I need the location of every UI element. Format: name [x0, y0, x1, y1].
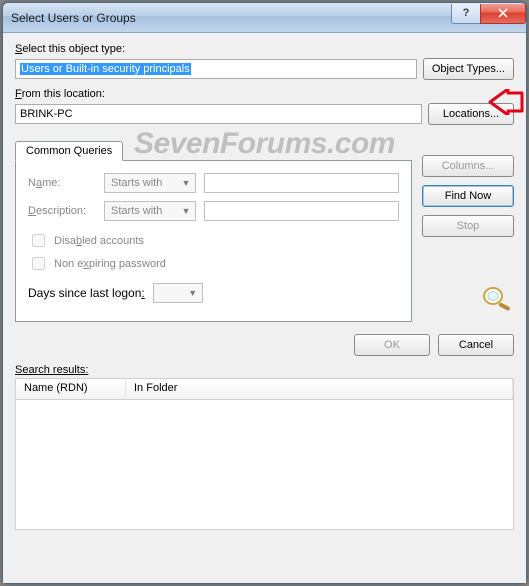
location-input[interactable]: BRINK-PC: [15, 104, 422, 124]
titlebar[interactable]: Select Users or Groups ?: [3, 3, 526, 33]
results-list[interactable]: [15, 400, 514, 530]
window-title: Select Users or Groups: [11, 11, 452, 25]
results-col-name[interactable]: Name (RDN): [16, 379, 126, 399]
object-type-input[interactable]: Users or Built-in security principals: [15, 59, 417, 79]
object-types-button[interactable]: Object Types...: [423, 58, 514, 80]
results-header[interactable]: Name (RDN) In Folder: [15, 378, 514, 400]
description-match-value: Starts with: [111, 205, 162, 217]
help-button[interactable]: ?: [451, 4, 481, 24]
non-expiring-checkbox[interactable]: Non expiring password: [28, 254, 399, 273]
name-match-value: Starts with: [111, 177, 162, 189]
days-since-logon-label: Days since last logon:: [28, 286, 145, 300]
name-label: Name:: [28, 177, 96, 189]
tab-common-queries[interactable]: Common Queries: [15, 141, 123, 161]
stop-button[interactable]: Stop: [422, 215, 514, 237]
days-since-logon-combo[interactable]: ▼: [153, 283, 203, 303]
disabled-accounts-input[interactable]: [32, 234, 45, 247]
chevron-down-icon: ▼: [179, 178, 193, 188]
chevron-down-icon: ▼: [186, 288, 200, 298]
description-match-combo[interactable]: Starts with ▼: [104, 201, 196, 221]
search-results-label: Search results:: [15, 364, 514, 376]
columns-button[interactable]: Columns...: [422, 155, 514, 177]
close-button[interactable]: [480, 4, 526, 24]
results-col-folder[interactable]: In Folder: [126, 379, 513, 399]
object-type-label: Select this object type:: [15, 43, 514, 55]
cancel-button[interactable]: Cancel: [438, 334, 514, 356]
description-label: Description:: [28, 205, 96, 217]
search-magnifier-icon: [422, 285, 514, 313]
object-type-value: Users or Built-in security principals: [20, 63, 191, 75]
chevron-down-icon: ▼: [179, 206, 193, 216]
common-queries-panel: Name: Starts with ▼ Description: Starts …: [15, 160, 412, 322]
disabled-accounts-checkbox[interactable]: Disabled accounts: [28, 231, 399, 250]
name-input[interactable]: [204, 173, 399, 193]
ok-button[interactable]: OK: [354, 334, 430, 356]
disabled-accounts-label: Disabled accounts: [54, 235, 144, 247]
dialog-content: Select this object type: Users or Built-…: [3, 33, 526, 583]
non-expiring-label: Non expiring password: [54, 258, 166, 270]
close-icon: [497, 8, 509, 18]
non-expiring-input[interactable]: [32, 257, 45, 270]
location-label: From this location:: [15, 88, 514, 100]
locations-button[interactable]: Locations...: [428, 103, 514, 125]
titlebar-buttons: ?: [452, 4, 526, 24]
dialog-window: Select Users or Groups ? Select this obj…: [2, 2, 527, 584]
description-input[interactable]: [204, 201, 399, 221]
name-match-combo[interactable]: Starts with ▼: [104, 173, 196, 193]
find-now-button[interactable]: Find Now: [422, 185, 514, 207]
